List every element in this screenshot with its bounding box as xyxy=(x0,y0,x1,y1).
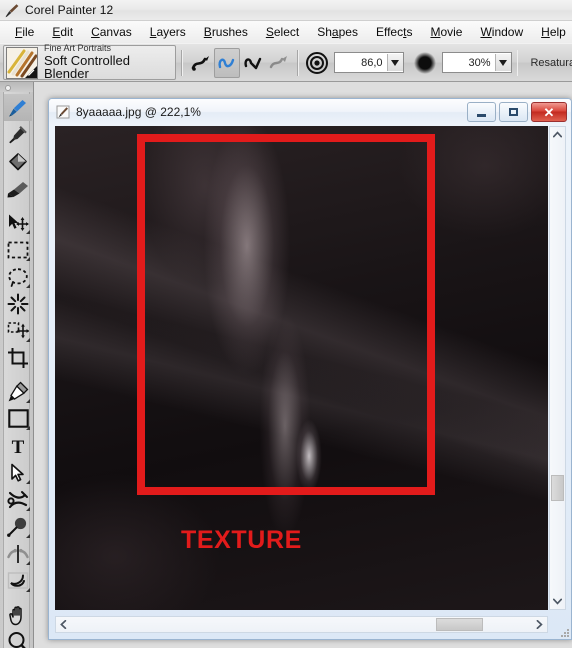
text-tool[interactable]: T xyxy=(4,432,32,459)
scissors-tool[interactable] xyxy=(4,486,32,513)
magic-wand-tool[interactable] xyxy=(4,290,32,317)
canvas-horizontal-scrollbar[interactable] xyxy=(55,616,548,633)
selection-adjuster-tool[interactable] xyxy=(4,317,32,344)
document-titlebar[interactable]: 8yaaaaa.jpg @ 222,1% ✕ xyxy=(49,99,571,125)
close-button[interactable]: ✕ xyxy=(531,102,567,122)
record-stroke-icon[interactable] xyxy=(266,48,292,78)
multi-point-stroke-icon[interactable] xyxy=(240,48,266,78)
brush-size-dropdown-chevron-down-icon[interactable] xyxy=(386,54,403,71)
texture-annotation-label: TEXTURE xyxy=(181,526,302,554)
scroll-up-chevron-up-icon[interactable] xyxy=(550,127,565,142)
magnifier-tool[interactable] xyxy=(4,628,32,648)
brush-opacity-dropdown-chevron-down-icon[interactable] xyxy=(494,54,511,71)
pen-tool[interactable] xyxy=(4,378,32,405)
menu-file[interactable]: File xyxy=(6,23,43,41)
canvas-viewport[interactable]: TEXTURE xyxy=(55,126,548,610)
menu-edit[interactable]: Edit xyxy=(43,23,82,41)
menu-canvas[interactable]: Canvas xyxy=(82,23,141,41)
brush-opacity-stepper[interactable] xyxy=(441,52,512,73)
minimize-button[interactable] xyxy=(467,102,496,122)
app-title: Corel Painter 12 xyxy=(25,3,114,17)
cloner-tool[interactable] xyxy=(4,513,32,540)
document-window: 8yaaaaa.jpg @ 222,1% ✕ TEXTURE xyxy=(48,98,572,640)
straight-line-stroke-icon[interactable] xyxy=(213,47,240,78)
dropper-tool[interactable] xyxy=(4,121,32,148)
window-titlebar: Corel Painter 12 xyxy=(0,0,572,21)
brush-opacity-icon[interactable] xyxy=(412,48,438,78)
scroll-down-chevron-down-icon[interactable] xyxy=(550,594,565,609)
brush-variant-label: Soft Controlled Blender xyxy=(44,52,130,82)
resize-grip[interactable] xyxy=(560,628,569,637)
brush-size-stepper[interactable] xyxy=(333,52,404,73)
brush-opacity-group xyxy=(412,44,512,81)
crop-tool[interactable] xyxy=(4,344,32,371)
grabber-tool[interactable] xyxy=(4,601,32,628)
layer-adjuster-tool[interactable] xyxy=(4,209,32,236)
menu-window[interactable]: Window xyxy=(471,23,532,41)
brush-size-group xyxy=(304,44,404,81)
menu-select[interactable]: Select xyxy=(257,23,308,41)
paintbrush-icon xyxy=(5,3,20,18)
scroll-right-chevron-right-icon[interactable] xyxy=(532,617,547,632)
mirror-tool[interactable] xyxy=(4,540,32,567)
menu-help[interactable]: Help xyxy=(532,23,572,41)
menu-layers[interactable]: Layers xyxy=(141,23,195,41)
maximize-icon xyxy=(509,108,518,116)
shape-selection-tool[interactable] xyxy=(4,459,32,486)
brush-size-input[interactable] xyxy=(334,54,387,71)
paint-bucket-tool[interactable] xyxy=(4,148,32,175)
eraser-tool[interactable] xyxy=(4,175,32,202)
close-icon: ✕ xyxy=(543,104,555,120)
vertical-scroll-thumb[interactable] xyxy=(551,475,564,501)
svg-text:T: T xyxy=(12,437,25,456)
maximize-button[interactable] xyxy=(499,102,528,122)
minimize-icon xyxy=(477,113,486,117)
resaturation-label: Resatura xyxy=(530,56,572,69)
toolbar-separator-2 xyxy=(296,49,299,76)
menu-movie[interactable]: Movie xyxy=(421,23,471,41)
brush-size-icon[interactable] xyxy=(304,48,330,78)
document-title: 8yaaaaa.jpg @ 222,1% xyxy=(76,105,201,119)
menu-effects[interactable]: Effects xyxy=(367,23,421,41)
texture-selection-rectangle xyxy=(137,134,435,495)
brush-opacity-input[interactable] xyxy=(442,54,495,71)
menu-brushes[interactable]: Brushes xyxy=(195,23,257,41)
toolbar-separator-1 xyxy=(180,49,183,76)
property-bar: Fine Art Portraits Soft Controlled Blend… xyxy=(0,43,572,82)
perspective-grid-tool[interactable] xyxy=(4,567,32,594)
rectangular-shape-tool[interactable] xyxy=(4,405,32,432)
tool-palette: T xyxy=(0,82,34,648)
application-window: Corel Painter 12 File Edit Canvas Layers… xyxy=(0,0,572,648)
brush-preset-thumbnail-icon xyxy=(6,46,38,79)
freehand-stroke-icon[interactable] xyxy=(188,48,214,78)
brush-selector[interactable]: Fine Art Portraits Soft Controlled Blend… xyxy=(3,43,176,82)
menu-shapes[interactable]: Shapes xyxy=(308,23,367,41)
document-brush-icon xyxy=(56,105,70,119)
scroll-left-chevron-left-icon[interactable] xyxy=(56,617,71,632)
brush-tool[interactable] xyxy=(4,94,32,121)
lasso-tool[interactable] xyxy=(4,263,32,290)
canvas-vertical-scrollbar[interactable] xyxy=(549,126,566,610)
stroke-tool-group xyxy=(188,44,292,81)
toolbar-separator-3 xyxy=(516,49,519,76)
menubar: File Edit Canvas Layers Brushes Select S… xyxy=(0,21,572,43)
horizontal-scroll-thumb[interactable] xyxy=(436,618,483,631)
rectangular-selection-tool[interactable] xyxy=(4,236,32,263)
tool-palette-handle[interactable] xyxy=(0,82,33,92)
